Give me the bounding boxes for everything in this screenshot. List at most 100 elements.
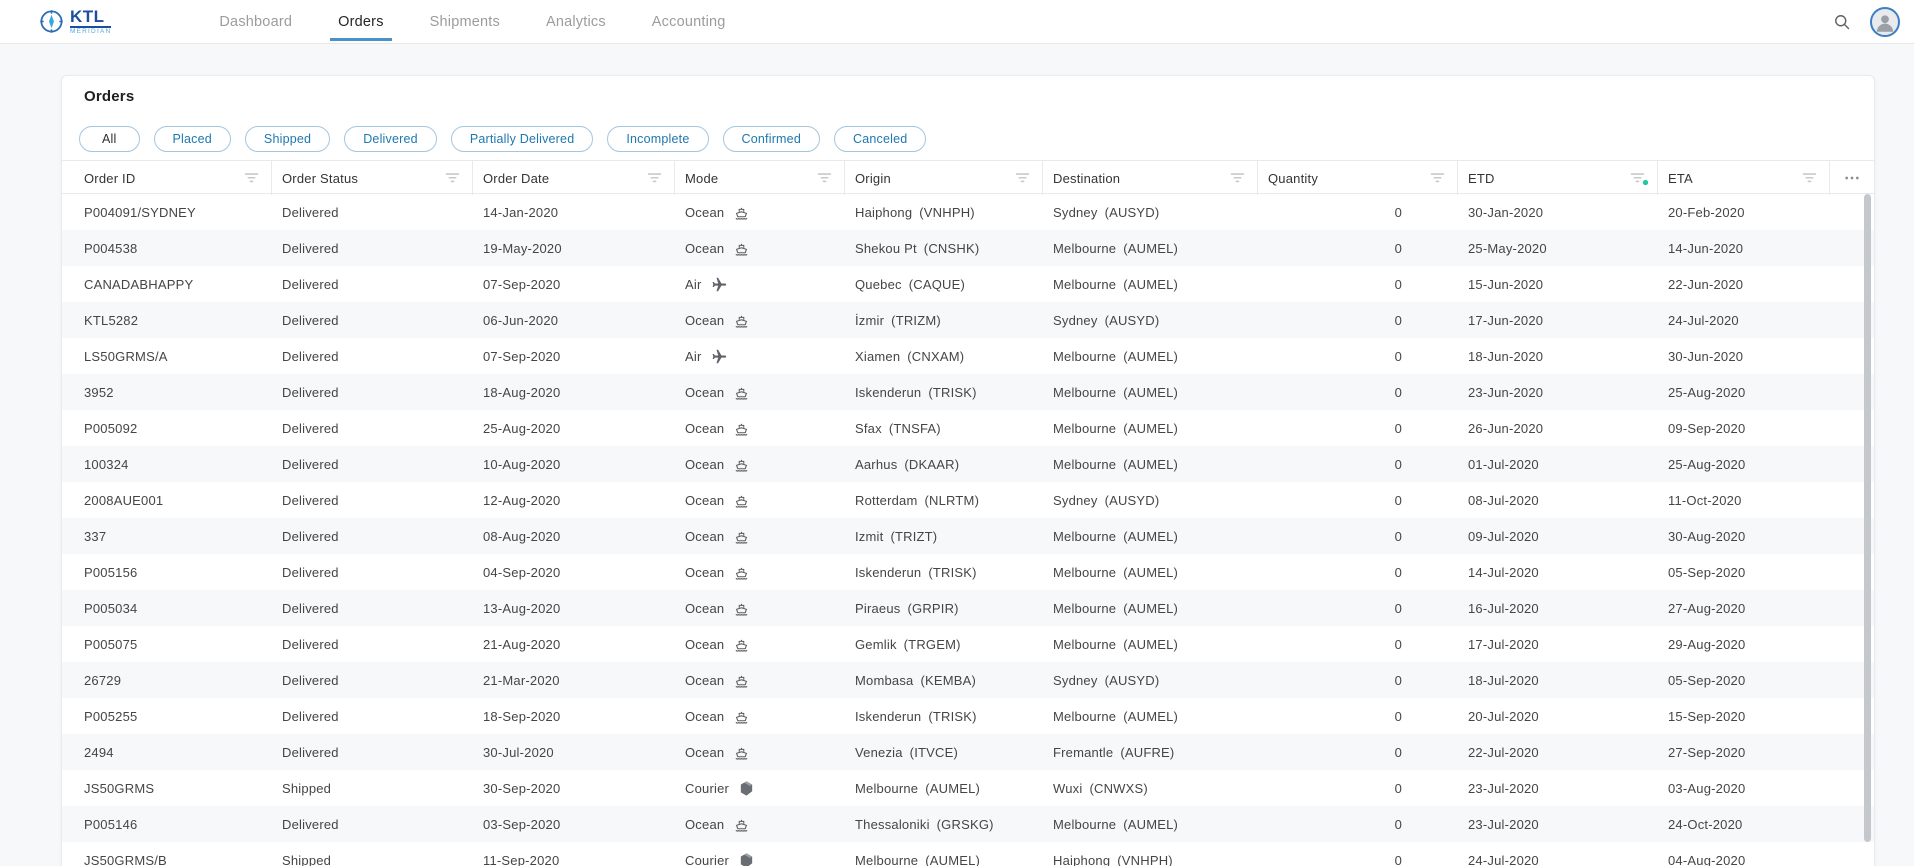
column-header-order-id[interactable]: Order ID xyxy=(62,161,272,195)
table-scrollbar[interactable] xyxy=(1864,194,1872,842)
package-icon xyxy=(738,852,755,866)
table-row[interactable]: 2008AUE001 Delivered 12-Aug-2020 Ocean Rotte… xyxy=(62,482,1874,518)
cell-destination: Sydney (AUSYD) xyxy=(1043,205,1258,220)
user-avatar[interactable] xyxy=(1870,6,1900,37)
city-name: Sfax xyxy=(855,420,882,436)
table-row[interactable]: 337 Delivered 08-Aug-2020 Ocean Izmit (TRIZT)… xyxy=(62,518,1874,554)
table-row[interactable]: P005255 Delivered 18-Sep-2020 Ocean Iskender… xyxy=(62,698,1874,734)
cell-order-status: Delivered xyxy=(282,708,339,724)
cell-destination: Sydney (AUSYD) xyxy=(1043,493,1258,508)
cell-etd: 23-Jul-2020 xyxy=(1468,816,1539,832)
cell-etd: 15-Jun-2020 xyxy=(1468,276,1544,292)
filter-icon[interactable] xyxy=(647,172,662,184)
table-row[interactable]: KTL5282 Delivered 06-Jun-2020 Ocean İzmir (TR… xyxy=(62,302,1874,338)
filter-icon[interactable] xyxy=(1802,172,1817,184)
table-row[interactable]: 3952 Delivered 18-Aug-2020 Ocean Iskenderun (… xyxy=(62,374,1874,410)
column-header-order-status[interactable]: Order Status xyxy=(272,161,473,195)
cell-order-date: 10-Aug-2020 xyxy=(483,456,561,472)
city-name: Rotterdam xyxy=(855,492,918,508)
filter-icon[interactable] xyxy=(817,172,832,184)
cell-order-status: Delivered xyxy=(282,564,339,580)
plane-icon xyxy=(711,348,728,365)
cell-order-id: KTL5282 xyxy=(84,312,139,328)
filter-chip-partially-delivered[interactable]: Partially Delivered xyxy=(450,126,594,152)
nav-tab-analytics[interactable]: Analytics xyxy=(546,0,606,43)
table-row[interactable]: 2494 Delivered 30-Jul-2020 Ocean Venezia (ITV… xyxy=(62,734,1874,770)
table-row[interactable]: P005156 Delivered 04-Sep-2020 Ocean Iskender… xyxy=(62,554,1874,590)
column-header-order-date[interactable]: Order Date xyxy=(473,161,675,195)
cell-mode: Ocean xyxy=(675,816,845,833)
filter-chip-canceled[interactable]: Canceled xyxy=(833,126,927,152)
cell-origin: Venezia (ITVCE) xyxy=(845,745,1043,760)
nav-tab-dashboard[interactable]: Dashboard xyxy=(219,0,292,43)
table-scrollbar-thumb[interactable] xyxy=(1864,194,1871,842)
filter-icon[interactable] xyxy=(1230,172,1245,184)
column-header-etd[interactable]: ETD xyxy=(1458,161,1658,195)
column-header-origin[interactable]: Origin xyxy=(845,161,1043,195)
package-icon xyxy=(738,780,755,797)
column-header-mode[interactable]: Mode xyxy=(675,161,845,195)
port-code: (GRPIR) xyxy=(907,600,959,616)
table-row[interactable]: P005146 Delivered 03-Sep-2020 Ocean Thessalo… xyxy=(62,806,1874,842)
port-code: (AUSYD) xyxy=(1104,672,1160,688)
brand-logo[interactable]: KTL MERIDIAN xyxy=(38,0,112,43)
cell-etd: 23-Jun-2020 xyxy=(1468,384,1544,400)
port-code: (TRISK) xyxy=(928,384,977,400)
table-row[interactable]: P005092 Delivered 25-Aug-2020 Ocean Sfax (TNS… xyxy=(62,410,1874,446)
orders-card: Orders All Placed Shipped Delivered Partiall… xyxy=(61,75,1875,866)
cell-order-status: Delivered xyxy=(282,528,339,544)
filter-icon[interactable] xyxy=(445,172,460,184)
search-icon[interactable] xyxy=(1832,12,1852,32)
cell-mode: Ocean xyxy=(675,744,845,761)
cell-order-status: Delivered xyxy=(282,204,339,220)
table-row[interactable]: P004538 Delivered 19-May-2020 Ocean Shekou P… xyxy=(62,230,1874,266)
filter-chip-all[interactable]: All xyxy=(79,126,140,152)
table-row[interactable]: 26729 Delivered 21-Mar-2020 Ocean Mombasa (KE… xyxy=(62,662,1874,698)
city-name: Fremantle xyxy=(1053,744,1114,760)
table-row[interactable]: LS50GRMS/A Delivered 07-Sep-2020 Air Xiamen (… xyxy=(62,338,1874,374)
cell-destination: Melbourne (AUMEL) xyxy=(1043,709,1258,724)
column-header-eta[interactable]: ETA xyxy=(1658,161,1830,195)
table-row[interactable]: P004091/SYDNEY Delivered 14-Jan-2020 Ocean H… xyxy=(62,194,1874,230)
city-name: Melbourne xyxy=(1053,564,1117,580)
cell-order-status: Delivered xyxy=(282,276,339,292)
filter-icon[interactable] xyxy=(1015,172,1030,184)
cell-order-status: Delivered xyxy=(282,744,339,760)
filter-icon[interactable] xyxy=(1630,172,1649,186)
filter-chip-delivered[interactable]: Delivered xyxy=(344,126,437,152)
cell-origin: Sfax (TNSFA) xyxy=(845,421,1043,436)
filter-icon[interactable] xyxy=(244,172,259,184)
port-code: (AUMEL) xyxy=(1123,348,1179,364)
nav-tab-shipments[interactable]: Shipments xyxy=(430,0,500,43)
cell-mode: Courier xyxy=(675,780,845,797)
ship-icon xyxy=(733,204,750,221)
filter-chip-confirmed[interactable]: Confirmed xyxy=(722,126,820,152)
filter-chip-shipped[interactable]: Shipped xyxy=(244,126,331,152)
column-header-destination[interactable]: Destination xyxy=(1043,161,1258,195)
filter-chip-placed[interactable]: Placed xyxy=(153,126,231,152)
ship-icon xyxy=(733,744,750,761)
table-row[interactable]: JS50GRMS/B Shipped 11-Sep-2020 Courier Melbo… xyxy=(62,842,1874,866)
page-title: Orders xyxy=(84,88,135,105)
cell-etd: 14-Jul-2020 xyxy=(1468,564,1539,580)
nav-tab-orders[interactable]: Orders xyxy=(330,0,392,43)
table-row[interactable]: JS50GRMS Shipped 30-Sep-2020 Courier Melbour… xyxy=(62,770,1874,806)
table-row[interactable]: CANADABHAPPY Delivered 07-Sep-2020 Air Quebe… xyxy=(62,266,1874,302)
cell-eta: 14-Jun-2020 xyxy=(1668,240,1744,256)
table-row[interactable]: P005075 Delivered 21-Aug-2020 Ocean Gemlik (T… xyxy=(62,626,1874,662)
nav-tab-accounting[interactable]: Accounting xyxy=(652,0,726,43)
table-row[interactable]: P005034 Delivered 13-Aug-2020 Ocean Piraeus (… xyxy=(62,590,1874,626)
filter-chip-incomplete[interactable]: Incomplete xyxy=(607,126,709,152)
column-header-quantity[interactable]: Quantity xyxy=(1258,161,1458,195)
ship-icon xyxy=(733,456,750,473)
cell-destination: Sydney (AUSYD) xyxy=(1043,313,1258,328)
city-name: Shekou Pt xyxy=(855,240,917,256)
port-code: (CNXAM) xyxy=(907,348,965,364)
cell-quantity: 0 xyxy=(1394,708,1402,724)
port-code: (AUMEL) xyxy=(1123,420,1179,436)
more-columns-button[interactable] xyxy=(1830,161,1874,195)
filter-icon[interactable] xyxy=(1430,172,1445,184)
table-row[interactable]: 100324 Delivered 10-Aug-2020 Ocean Aarhus (DK… xyxy=(62,446,1874,482)
column-label: Order ID xyxy=(84,170,136,186)
cell-origin: Aarhus (DKAAR) xyxy=(845,457,1043,472)
